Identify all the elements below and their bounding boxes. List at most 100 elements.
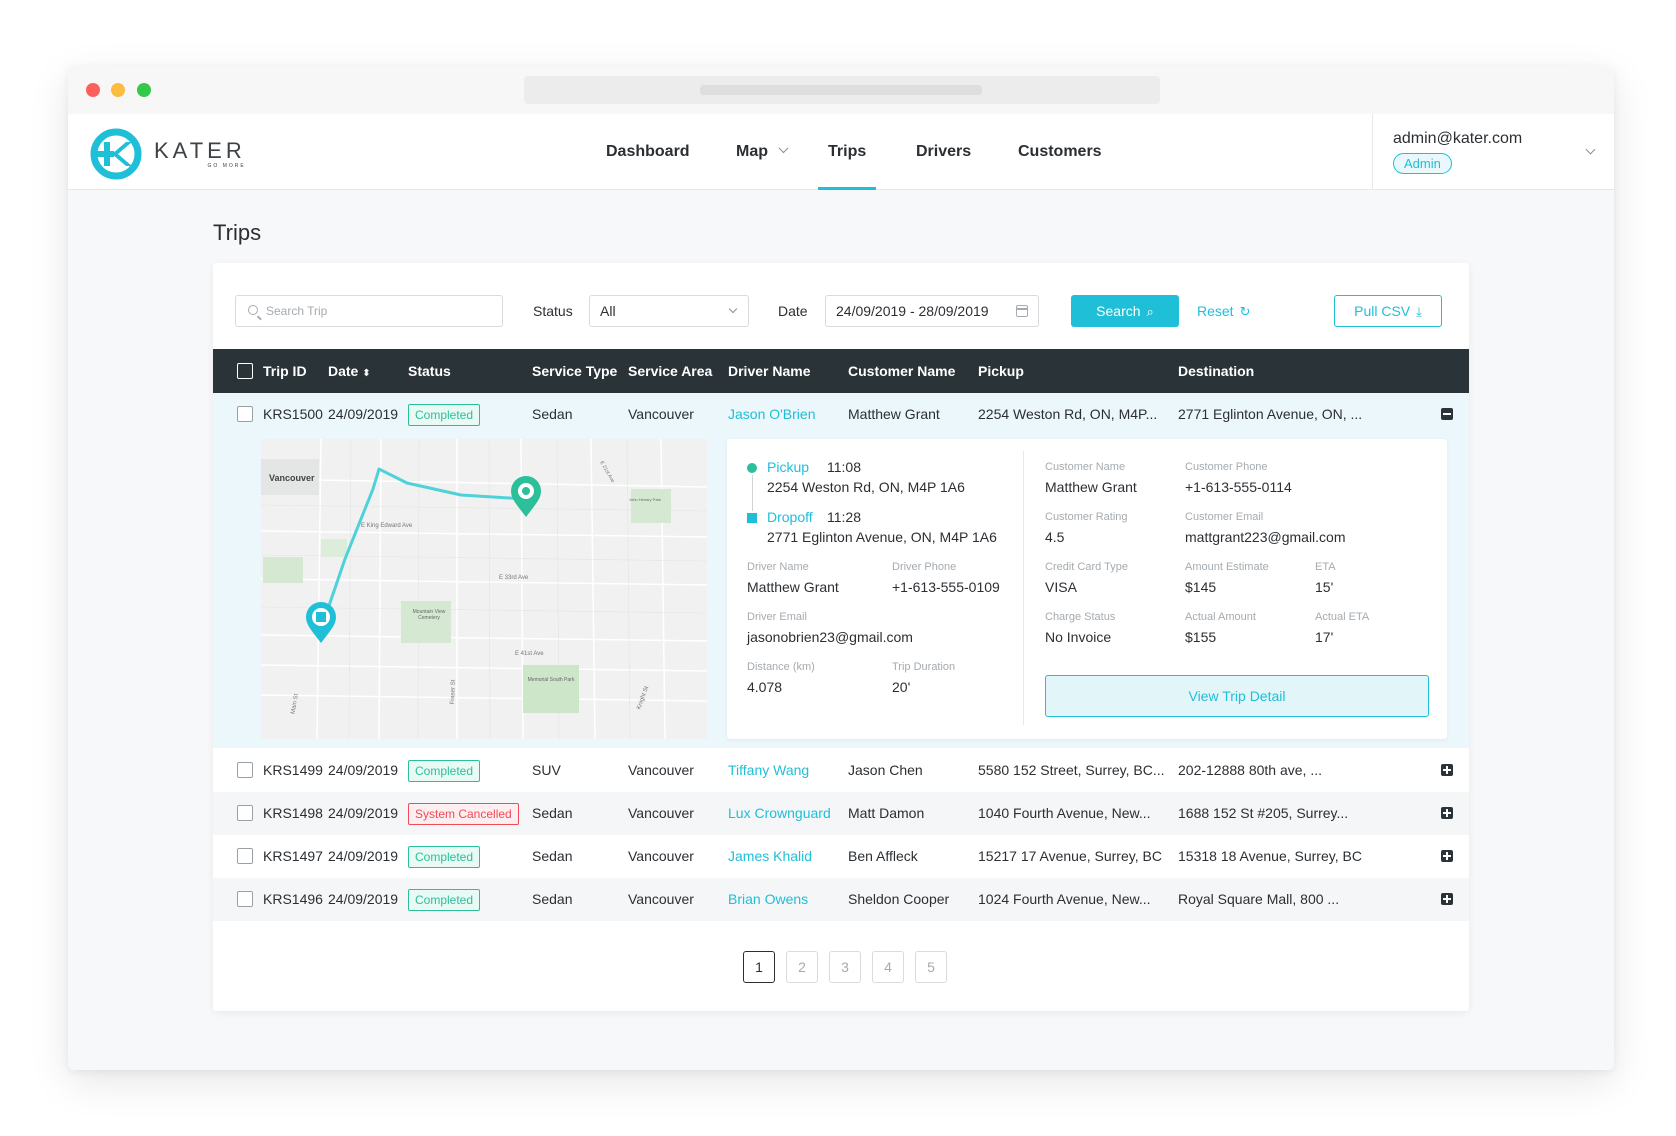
trip-expanded-panel: Vancouver E King Edward Ave E 33rd Ave E… <box>213 436 1469 748</box>
chevron-down-icon <box>728 304 738 314</box>
search-placeholder: Search Trip <box>266 304 328 318</box>
expand-row-icon[interactable] <box>1441 764 1453 776</box>
user-email: admin@kater.com <box>1393 130 1523 147</box>
service-area: Vancouver <box>628 762 694 778</box>
status-badge: Completed <box>408 404 481 427</box>
expand-row-icon[interactable] <box>1441 807 1453 819</box>
driver-link[interactable]: Jason O'Brien <box>728 393 816 436</box>
table-row[interactable]: KRS1497 24/09/2019 Completed Sedan Vanco… <box>213 835 1469 878</box>
eta-label: ETA <box>1315 561 1336 573</box>
driver-name-label: Driver Name <box>747 561 809 573</box>
nav-drivers[interactable]: Drivers <box>916 114 971 190</box>
close-window-button[interactable] <box>86 83 100 97</box>
status-select[interactable]: All <box>589 295 749 327</box>
pickup-address: 1040 Fourth Avenue, New... <box>978 805 1151 821</box>
chevron-down-icon <box>778 143 789 154</box>
page-button[interactable]: 3 <box>829 951 861 983</box>
minimize-window-button[interactable] <box>111 83 125 97</box>
table-header: Trip ID Date ⬍ Status Service Type Servi… <box>213 349 1469 393</box>
map-label: E King Edward Ave <box>361 523 413 529</box>
top-navigation: KATER GO MORE Dashboard Map Trips Drivers… <box>68 114 1614 190</box>
distance-label: Distance (km) <box>747 661 815 673</box>
collapse-row-icon[interactable] <box>1441 408 1453 420</box>
status-cell: System Cancelled <box>408 792 519 835</box>
trip-id: KRS1496 <box>263 891 323 907</box>
maximize-window-button[interactable] <box>137 83 151 97</box>
customer-phone-value: +1-613-555-0114 <box>1185 479 1292 495</box>
trip-date: 24/09/2019 <box>328 406 399 422</box>
view-trip-detail-button[interactable]: View Trip Detail <box>1045 675 1429 717</box>
calendar-icon <box>1016 305 1028 317</box>
map-label: Fraser St <box>449 679 457 705</box>
browser-window: KATER GO MORE Dashboard Map Trips Drivers… <box>68 66 1614 1070</box>
table-row[interactable]: KRS1499 24/09/2019 Completed SUV Vancouv… <box>213 749 1469 792</box>
col-service-area: Service Area <box>628 363 713 379</box>
driver-email-label: Driver Email <box>747 611 807 623</box>
trip-date: 24/09/2019 <box>328 848 399 864</box>
driver-link[interactable]: Brian Owens <box>728 878 808 921</box>
page-button[interactable]: 1 <box>743 951 775 983</box>
trip-route-map[interactable]: Vancouver E King Edward Ave E 33rd Ave E… <box>261 439 707 739</box>
expand-row-icon[interactable] <box>1441 893 1453 905</box>
pickup-label: Pickup <box>767 459 810 475</box>
download-icon: ⤓ <box>1416 304 1422 319</box>
service-type: SUV <box>532 762 561 778</box>
search-trip-input[interactable]: Search Trip <box>235 295 503 327</box>
customer-rating-value: 4.5 <box>1045 529 1065 545</box>
trip-duration-value: 20' <box>892 679 911 695</box>
col-date-label: Date <box>328 363 359 379</box>
driver-link[interactable]: Tiffany Wang <box>728 749 809 792</box>
page-button[interactable]: 4 <box>872 951 904 983</box>
map-label: E 33rd Ave <box>499 575 529 581</box>
driver-name-value: Matthew Grant <box>747 579 839 595</box>
row-checkbox[interactable] <box>237 848 253 864</box>
brand-tagline: GO MORE <box>207 162 246 169</box>
user-menu[interactable]: admin@kater.com Admin <box>1372 114 1614 190</box>
status-cell: Completed <box>408 835 481 878</box>
row-checkbox[interactable] <box>237 406 253 422</box>
dropoff-square-icon <box>747 513 757 523</box>
page-button[interactable]: 5 <box>915 951 947 983</box>
pull-csv-button[interactable]: Pull CSV ⤓ <box>1334 295 1442 327</box>
charge-status-value: No Invoice <box>1045 629 1112 645</box>
table-row[interactable]: KRS1498 24/09/2019 System Cancelled Seda… <box>213 792 1469 835</box>
col-pickup: Pickup <box>978 363 1024 379</box>
col-date[interactable]: Date ⬍ <box>328 349 371 393</box>
address-bar[interactable] <box>524 76 1160 104</box>
nav-dashboard[interactable]: Dashboard <box>606 114 690 190</box>
eta-value: 15' <box>1315 579 1334 595</box>
actual-amount-value: $155 <box>1185 629 1217 645</box>
reset-button-label: Reset <box>1197 303 1234 319</box>
kater-logo[interactable]: KATER GO MORE <box>88 126 248 182</box>
nav-customers[interactable]: Customers <box>1018 114 1102 190</box>
map-label: Mountain View Cemetery <box>412 609 446 621</box>
row-checkbox[interactable] <box>237 805 253 821</box>
customer-email-label: Customer Email <box>1185 511 1264 523</box>
customer-name-value: Matthew Grant <box>1045 479 1137 495</box>
date-label: Date <box>778 303 808 319</box>
nav-trips[interactable]: Trips <box>817 114 877 190</box>
select-all-checkbox[interactable] <box>237 363 253 379</box>
dropoff-address-full: 2771 Eglinton Avenue, ON, M4P 1A6 <box>767 529 997 545</box>
page-button[interactable]: 2 <box>786 951 818 983</box>
reset-button[interactable]: Reset ↻ <box>1197 295 1250 327</box>
date-range-input[interactable]: 24/09/2019 - 28/09/2019 <box>825 295 1039 327</box>
row-checkbox[interactable] <box>237 891 253 907</box>
map-label: Memorial South Park <box>527 677 575 683</box>
address-placeholder <box>700 85 982 95</box>
customer-name: Ben Affleck <box>848 848 918 864</box>
status-badge: Completed <box>408 889 481 912</box>
expand-row-icon[interactable] <box>1441 850 1453 862</box>
table-row[interactable]: KRS1500 24/09/2019 Completed Sedan Vanco… <box>213 393 1469 436</box>
status-cell: Completed <box>408 749 481 792</box>
map-label: E 41st Ave <box>515 651 544 657</box>
table-row[interactable]: KRS1496 24/09/2019 Completed Sedan Vanco… <box>213 878 1469 921</box>
driver-link[interactable]: Lux Crownguard <box>728 792 831 835</box>
kater-logo-icon <box>90 128 142 180</box>
destination-address: 202-12888 80th ave, ... <box>1178 762 1322 778</box>
nav-map[interactable]: Map <box>736 114 789 190</box>
search-button[interactable]: Search ⌕ <box>1071 295 1179 327</box>
customer-name: Sheldon Cooper <box>848 891 950 907</box>
driver-link[interactable]: James Khalid <box>728 835 812 878</box>
row-checkbox[interactable] <box>237 762 253 778</box>
